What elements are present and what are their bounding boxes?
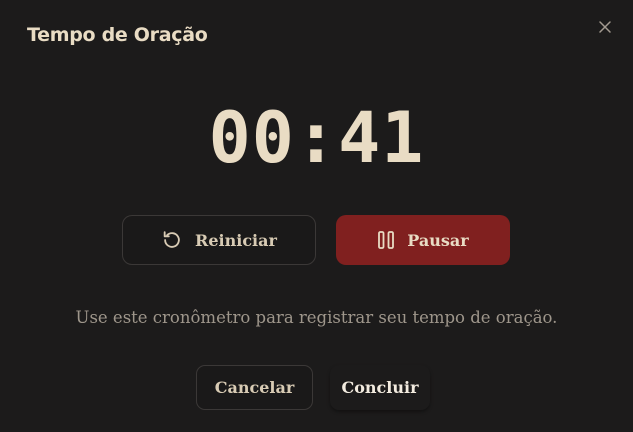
prayer-timer-dialog: Tempo de Oração 00:41 Reiniciar Pausar U… xyxy=(0,0,633,432)
restart-button-label: Reiniciar xyxy=(195,230,277,250)
dialog-title: Tempo de Oração xyxy=(27,24,208,46)
finish-button[interactable]: Concluir xyxy=(330,365,430,410)
close-button[interactable] xyxy=(594,16,616,38)
instructions-text: Use este cronômetro para registrar seu t… xyxy=(75,308,558,327)
restart-button[interactable]: Reiniciar xyxy=(122,215,316,265)
pause-button-label: Pausar xyxy=(407,230,469,250)
finish-button-label: Concluir xyxy=(341,378,419,397)
pause-icon xyxy=(377,230,395,250)
close-icon xyxy=(598,20,612,34)
timer-display: 00:41 xyxy=(208,97,425,179)
pause-button[interactable]: Pausar xyxy=(336,215,510,265)
cancel-button[interactable]: Cancelar xyxy=(196,365,313,410)
cancel-button-label: Cancelar xyxy=(214,378,295,397)
restart-icon xyxy=(161,229,183,251)
